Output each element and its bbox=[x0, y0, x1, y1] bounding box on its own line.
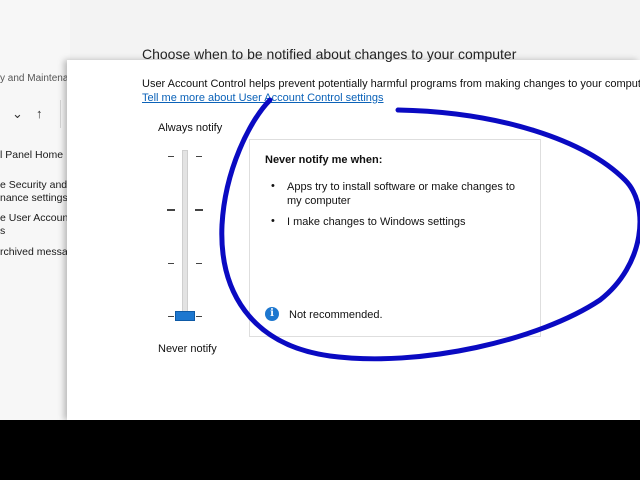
slider-tick bbox=[167, 209, 175, 211]
list-item: I make changes to Windows settings bbox=[287, 216, 466, 228]
nav-link-change-uac-line2[interactable]: s bbox=[0, 225, 5, 238]
bullet-icon: • bbox=[271, 180, 275, 192]
info-icon: i bbox=[265, 307, 279, 321]
chevron-down-icon[interactable]: ⌄ bbox=[12, 106, 23, 122]
slider-tick bbox=[168, 316, 174, 317]
bullet-icon: • bbox=[271, 215, 275, 227]
slider-top-label: Always notify bbox=[158, 122, 223, 134]
up-arrow-icon[interactable]: ↑ bbox=[36, 106, 43, 121]
slider-tick bbox=[196, 316, 202, 317]
slider-tick bbox=[195, 209, 203, 211]
breadcrumb: y and Maintena bbox=[0, 73, 69, 84]
notification-info-panel bbox=[249, 139, 541, 337]
list-item: Apps try to install software or make cha… bbox=[287, 181, 516, 207]
slider-tick bbox=[196, 263, 202, 264]
recommendation-text: Not recommended. bbox=[289, 309, 383, 321]
slider-tick bbox=[168, 263, 174, 264]
address-bar-divider bbox=[60, 100, 61, 128]
nav-link-control-panel-home[interactable]: l Panel Home bbox=[0, 149, 63, 162]
page-title: Choose when to be notified about changes… bbox=[142, 46, 517, 62]
uac-description: User Account Control helps prevent poten… bbox=[142, 78, 640, 90]
panel-heading: Never notify me when: bbox=[265, 154, 383, 166]
slider-track[interactable] bbox=[182, 150, 188, 320]
nav-link-security-maintenance-line1[interactable]: e Security and bbox=[0, 179, 67, 192]
slider-thumb[interactable] bbox=[175, 311, 195, 321]
slider-tick bbox=[196, 156, 202, 157]
slider-tick bbox=[168, 156, 174, 157]
learn-more-link[interactable]: Tell me more about User Account Control … bbox=[142, 92, 384, 104]
control-panel-background-window: y and Maintena ⌄ ↑ l Panel Home e Securi… bbox=[0, 0, 82, 420]
slider-bottom-label: Never notify bbox=[158, 343, 217, 355]
nav-link-security-maintenance-line2[interactable]: nance settings bbox=[0, 192, 68, 205]
screen-frame: y and Maintena ⌄ ↑ l Panel Home e Securi… bbox=[0, 0, 640, 420]
